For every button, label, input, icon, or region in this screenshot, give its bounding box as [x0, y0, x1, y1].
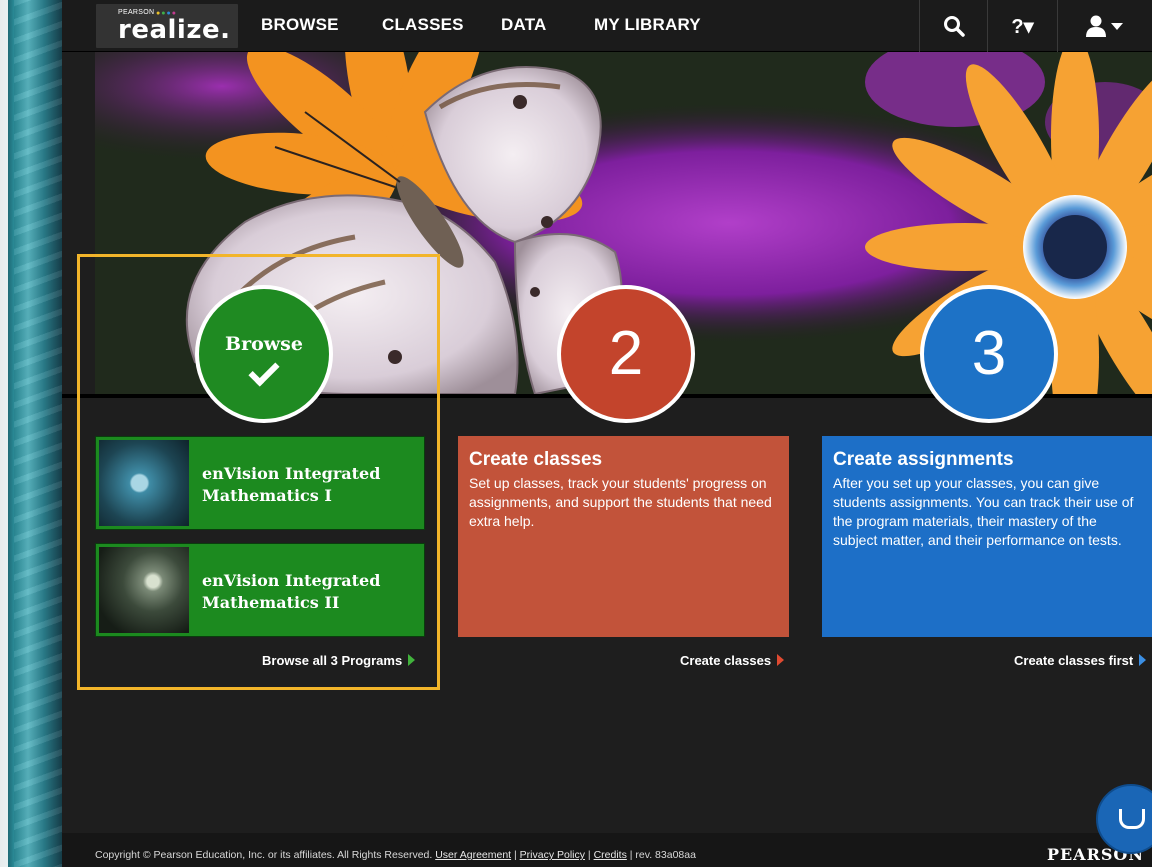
revision-text: rev. 83a08aa — [635, 849, 696, 861]
nav-data[interactable]: DATA — [501, 15, 547, 35]
left-decorative-stripe — [0, 0, 62, 867]
create-classes-first-link[interactable]: Create classes first — [1014, 653, 1147, 668]
page-footer: Copyright © Pearson Education, Inc. or i… — [62, 833, 1152, 867]
card-title: Create assignments — [833, 449, 1014, 470]
create-classes-link[interactable]: Create classes — [680, 653, 785, 668]
step-3-number: 3 — [971, 319, 1007, 388]
step-2-circle: 2 — [557, 285, 695, 423]
search-button[interactable] — [919, 0, 987, 52]
card-body: Set up classes, track your students' pro… — [469, 475, 772, 529]
card-title: Create classes — [469, 449, 603, 470]
nav-my-library[interactable]: MY LIBRARY — [594, 15, 701, 35]
browse-all-label: Browse all 3 Programs — [262, 653, 403, 668]
card-body: After you set up your classes, you can g… — [833, 475, 1134, 548]
nav-classes[interactable]: CLASSES — [382, 15, 464, 35]
user-menu-button[interactable] — [1057, 0, 1152, 52]
create-assignments-card: Create assignments After you set up your… — [822, 436, 1152, 637]
arrow-right-icon — [777, 654, 785, 666]
copyright-line: Copyright © Pearson Education, Inc. or i… — [95, 849, 696, 861]
top-nav-bar: PEARSON ●●●● realize. BROWSE CLASSES DAT… — [62, 0, 1152, 52]
browse-highlight-frame — [77, 254, 440, 690]
step-3-circle: 3 — [920, 285, 1058, 423]
chat-icon — [1119, 809, 1145, 829]
credits-link[interactable]: Credits — [594, 849, 627, 861]
arrow-right-icon — [408, 654, 416, 666]
arrow-right-icon — [1139, 654, 1147, 666]
help-menu-button[interactable]: ?▾ — [987, 0, 1057, 52]
create-classes-first-label: Create classes first — [1014, 653, 1134, 668]
browse-all-programs-link[interactable]: Browse all 3 Programs — [262, 653, 416, 668]
copyright-text: Copyright © Pearson Education, Inc. or i… — [95, 849, 433, 861]
stripe-edge — [0, 0, 8, 867]
nav-browse[interactable]: BROWSE — [261, 15, 339, 35]
realize-logo[interactable]: PEARSON ●●●● realize. — [96, 4, 238, 48]
logo-realize-text: realize. — [118, 15, 231, 45]
privacy-policy-link[interactable]: Privacy Policy — [520, 849, 585, 861]
step-2-number: 2 — [608, 319, 644, 388]
help-icon: ?▾ — [1011, 15, 1034, 38]
user-icon — [1086, 15, 1123, 37]
user-agreement-link[interactable]: User Agreement — [435, 849, 511, 861]
search-icon — [943, 16, 965, 37]
create-classes-label: Create classes — [680, 653, 772, 668]
stripe-pattern — [14, 0, 62, 867]
create-classes-card: Create classes Set up classes, track you… — [458, 436, 789, 637]
